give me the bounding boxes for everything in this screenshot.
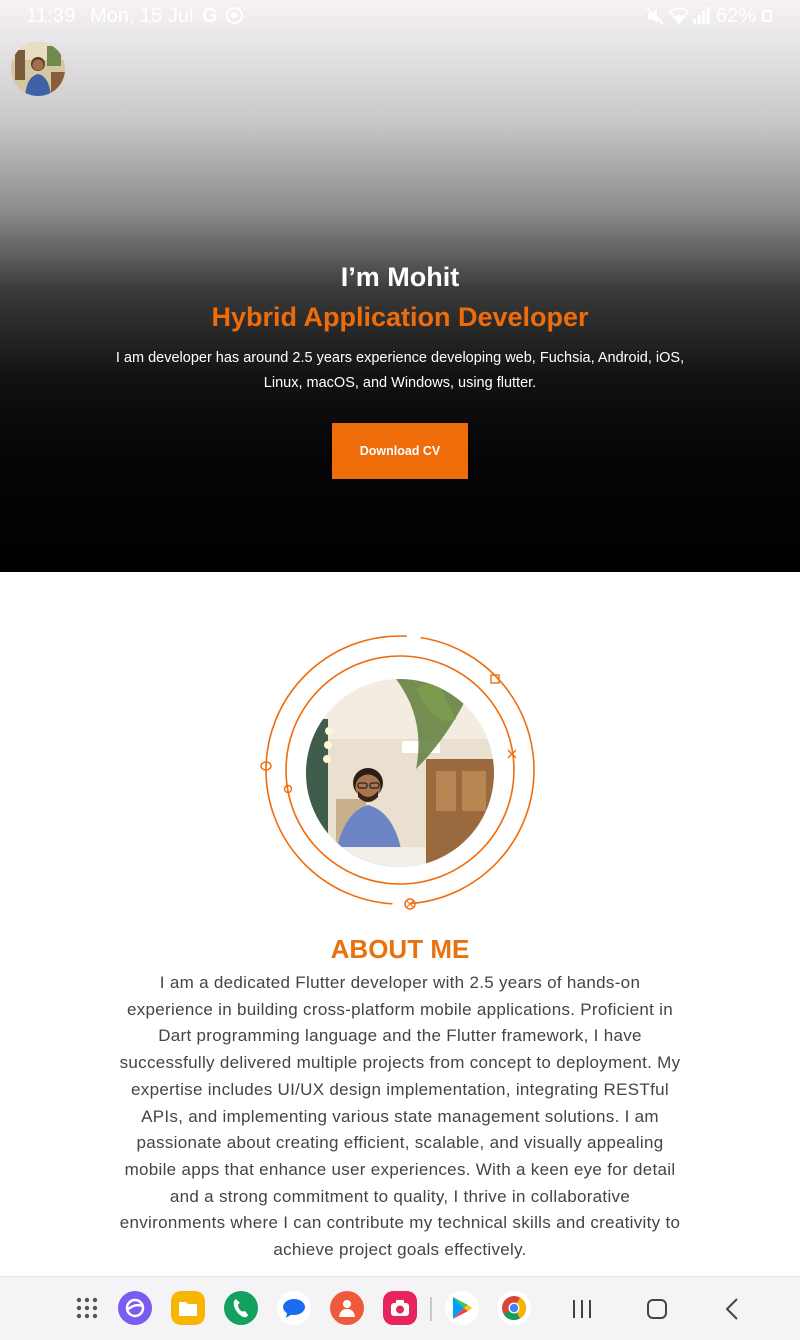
mute-icon xyxy=(646,7,664,25)
contacts-icon[interactable] xyxy=(330,1291,364,1325)
google-icon: G xyxy=(202,5,218,27)
battery-level: 62% xyxy=(716,5,757,27)
status-bar: 11:39 Mon, 15 Jul G 62% xyxy=(0,0,800,32)
hero-description: I am developer has around 2.5 years expe… xyxy=(115,350,685,391)
home-icon[interactable] xyxy=(643,1295,671,1323)
status-date: Mon, 15 Jul xyxy=(90,5,194,27)
profile-avatar[interactable] xyxy=(11,42,65,96)
files-icon[interactable] xyxy=(171,1291,205,1325)
signal-icon xyxy=(693,7,710,24)
browser-icon[interactable] xyxy=(118,1291,152,1325)
download-cv-button[interactable]: Download CV xyxy=(332,423,468,479)
battery-icon xyxy=(762,10,772,22)
phone-icon[interactable] xyxy=(224,1291,258,1325)
dock-divider xyxy=(430,1297,432,1321)
hero-greeting: I’m Mohit xyxy=(340,262,460,292)
wifi-icon xyxy=(669,7,689,24)
profile-photo xyxy=(306,679,494,867)
navigation-bar xyxy=(0,1276,800,1340)
play-store-icon[interactable] xyxy=(445,1291,479,1325)
chrome-icon[interactable] xyxy=(497,1291,531,1325)
sync-icon xyxy=(226,7,243,24)
apps-grid-icon[interactable] xyxy=(70,1291,104,1325)
about-section-title: ABOUT ME xyxy=(330,934,470,964)
hero-role-title: Hybrid Application Developer xyxy=(211,302,589,332)
recents-icon[interactable] xyxy=(568,1295,596,1323)
messages-icon[interactable] xyxy=(277,1291,311,1325)
status-time: 11:39 xyxy=(26,5,76,27)
about-description: I am a dedicated Flutter developer with … xyxy=(119,973,681,1260)
hero-section: 11:39 Mon, 15 Jul G 62% I’m Mohit Hybrid… xyxy=(0,0,800,572)
back-icon[interactable] xyxy=(719,1295,747,1323)
camera-icon[interactable] xyxy=(383,1291,417,1325)
